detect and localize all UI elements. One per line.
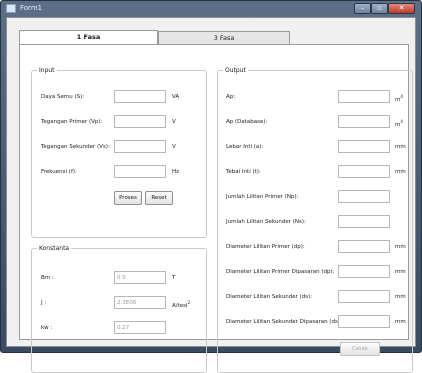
primary-turns-label: Jumlah Lilitan Primer (Np): [226, 194, 299, 200]
ap-label: Ap: [226, 94, 236, 100]
constants-group: Konstanta Bm : T J : A/tesi2 kw : [31, 245, 207, 373]
ap-database-unit: m4 [395, 119, 403, 128]
secondary-wire-diameter-unit: mm [395, 294, 406, 300]
core-thickness-unit: mm [395, 169, 406, 175]
bm-input[interactable] [114, 271, 166, 284]
secondary-wire-diameter-output[interactable] [338, 290, 390, 303]
ap-database-output[interactable] [338, 115, 390, 128]
frequency-unit: Hz [172, 169, 180, 175]
ap-unit: m4 [395, 94, 403, 103]
close-button[interactable]: ✕ [388, 3, 415, 14]
tab-1-fasa[interactable]: 1 Fasa [19, 30, 158, 44]
current-density-unit: A/tesi2 [172, 300, 191, 309]
current-density-input[interactable] [114, 296, 166, 309]
app-icon [6, 4, 16, 13]
apparent-power-input[interactable] [114, 90, 166, 103]
title-bar[interactable]: Form1 – ▫ ✕ [1, 1, 421, 17]
secondary-voltage-unit: V [172, 144, 176, 150]
apparent-power-unit: VA [172, 94, 180, 100]
ap-output[interactable] [338, 90, 390, 103]
secondary-wire-diameter-label: Diameter Lilitan Sekunder (ds): [226, 294, 313, 300]
secondary-turns-label: Jumlah Lilitan Sekunder (Ns): [226, 219, 306, 225]
primary-voltage-label: Tegangan Primer (Vp): [41, 119, 103, 125]
app-window: Form1 – ▫ ✕ 1 Fasa 3 Fasa Input Daya Sem… [0, 0, 422, 373]
reset-button[interactable]: Reset [145, 191, 173, 205]
bm-unit: T [172, 275, 176, 281]
secondary-turns-output[interactable] [338, 215, 390, 228]
primary-wire-market-diameter-label: Diameter Lilitan Primer Dipasaran (dp): [226, 269, 335, 275]
j-label: J : [41, 300, 47, 306]
core-width-unit: mm [395, 144, 406, 150]
primary-wire-market-diameter-output[interactable] [338, 265, 390, 278]
core-width-output[interactable] [338, 140, 390, 153]
core-thickness-output[interactable] [338, 165, 390, 178]
maximize-button[interactable]: ▫ [371, 3, 388, 14]
secondary-wire-market-diameter-output[interactable] [338, 315, 390, 328]
secondary-voltage-input[interactable] [114, 140, 166, 153]
form-client-area: 1 Fasa 3 Fasa Input Daya Semu (S): VA Te… [6, 17, 416, 373]
primary-wire-diameter-output[interactable] [338, 240, 390, 253]
frequency-label: Frekuensi (f): [41, 169, 77, 175]
print-button[interactable]: Cetak [340, 342, 380, 356]
secondary-wire-market-diameter-unit: mm [395, 319, 406, 325]
tab-panel-1-fasa: Input Daya Semu (S): VA Tegangan Primer … [19, 44, 413, 373]
input-group: Input Daya Semu (S): VA Tegangan Primer … [31, 67, 207, 238]
primary-wire-diameter-unit: mm [395, 244, 406, 250]
primary-wire-diameter-label: Diameter Lilitan Primer (dp): [226, 244, 305, 250]
kw-label: kw : [41, 325, 53, 331]
secondary-voltage-label: Tegangan Sekunder (Vs): [41, 144, 110, 150]
secondary-wire-market-diameter-label: Diameter Lilitan Sekunder Dipasaran (ds)… [226, 319, 342, 325]
apparent-power-label: Daya Semu (S): [41, 94, 85, 100]
kw-input[interactable] [114, 321, 166, 334]
constants-group-legend: Konstanta [39, 245, 70, 252]
minimize-button[interactable]: – [354, 3, 371, 14]
process-button[interactable]: Proses [114, 191, 142, 205]
ap-database-label: Ap (Database): [226, 119, 268, 125]
frequency-input[interactable] [114, 165, 166, 178]
primary-voltage-unit: V [172, 119, 176, 125]
primary-voltage-input[interactable] [114, 115, 166, 128]
input-group-legend: Input [39, 67, 55, 74]
output-group: Output Ap: m4 Ap (Database): m4 Lebar In… [217, 67, 413, 373]
core-thickness-label: Tebal Inti (t): [226, 169, 261, 175]
output-group-legend: Output [225, 67, 246, 74]
core-width-label: Lebar Inti (a): [226, 144, 264, 150]
primary-turns-output[interactable] [338, 190, 390, 203]
bm-label: Bm : [41, 275, 54, 281]
window-title: Form1 [20, 4, 43, 12]
tab-3-fasa[interactable]: 3 Fasa [158, 31, 290, 45]
primary-wire-market-diameter-unit: mm [395, 269, 406, 275]
